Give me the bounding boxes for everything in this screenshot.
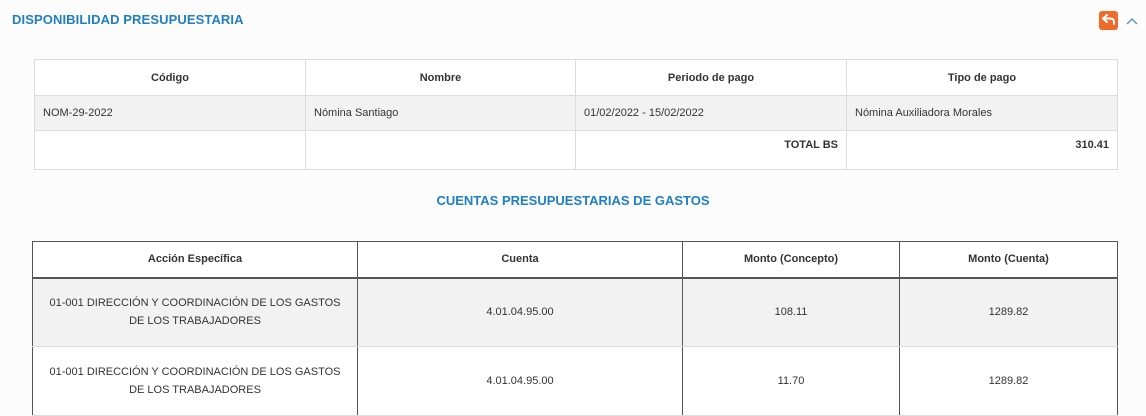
gastos-section-title: CUENTAS PRESUPUESTARIAS DE GASTOS (436, 193, 710, 208)
cell-monto-cuenta: 1289.82 (899, 346, 1118, 416)
table-row: 01-001 DIRECCIÓN Y COORDINACIÓN DE LOS G… (32, 277, 1118, 347)
header-cuenta: Cuenta (357, 241, 683, 279)
cell-accion: 01-001 DIRECCIÓN Y COORDINACIÓN DE LOS G… (32, 346, 358, 416)
table-row: 01-001 DIRECCIÓN Y COORDINACIÓN DE LOS G… (32, 346, 1118, 416)
table-header-row: Acción Específica Cuenta Monto (Concepto… (32, 241, 1118, 279)
table-row: NOM-29-2022 Nómina Santiago 01/02/2022 -… (34, 95, 1118, 131)
empty-cell (305, 130, 576, 170)
undo-arrow-icon (1102, 12, 1115, 30)
header-monto-cuenta: Monto (Cuenta) (899, 241, 1118, 279)
collapse-button[interactable] (1124, 13, 1140, 29)
cell-accion: 01-001 DIRECCIÓN Y COORDINACIÓN DE LOS G… (32, 277, 358, 347)
header-monto-concepto: Monto (Concepto) (682, 241, 900, 279)
panel-tools (1099, 11, 1140, 30)
cell-tipo: Nómina Auxiliadora Morales (846, 95, 1118, 131)
header-tipo: Tipo de pago (846, 59, 1118, 96)
cell-periodo: 01/02/2022 - 15/02/2022 (575, 95, 847, 131)
cell-monto-cuenta: 1289.82 (899, 277, 1118, 347)
gastos-table: Acción Específica Cuenta Monto (Concepto… (32, 241, 1118, 416)
chevron-up-icon (1126, 12, 1138, 30)
cell-cuenta: 4.01.04.95.00 (357, 346, 683, 416)
cell-monto-concepto: 108.11 (682, 277, 900, 347)
panel-title: DISPONIBILIDAD PRESUPUESTARIA (12, 12, 244, 27)
cell-cuenta: 4.01.04.95.00 (357, 277, 683, 347)
cell-codigo: NOM-29-2022 (34, 95, 306, 131)
header-nombre: Nombre (305, 59, 576, 96)
total-value: 310.41 (846, 130, 1118, 170)
back-button[interactable] (1099, 11, 1118, 30)
total-label: TOTAL BS (575, 130, 847, 170)
header-periodo: Periodo de pago (575, 59, 847, 96)
table-header-row: Código Nombre Periodo de pago Tipo de pa… (34, 59, 1118, 96)
empty-cell (34, 130, 306, 170)
header-accion: Acción Específica (32, 241, 358, 279)
cell-nombre: Nómina Santiago (305, 95, 576, 131)
nomina-table: Código Nombre Periodo de pago Tipo de pa… (34, 59, 1118, 170)
cell-monto-concepto: 11.70 (682, 346, 900, 416)
total-row: TOTAL BS 310.41 (34, 130, 1118, 170)
header-codigo: Código (34, 59, 306, 96)
